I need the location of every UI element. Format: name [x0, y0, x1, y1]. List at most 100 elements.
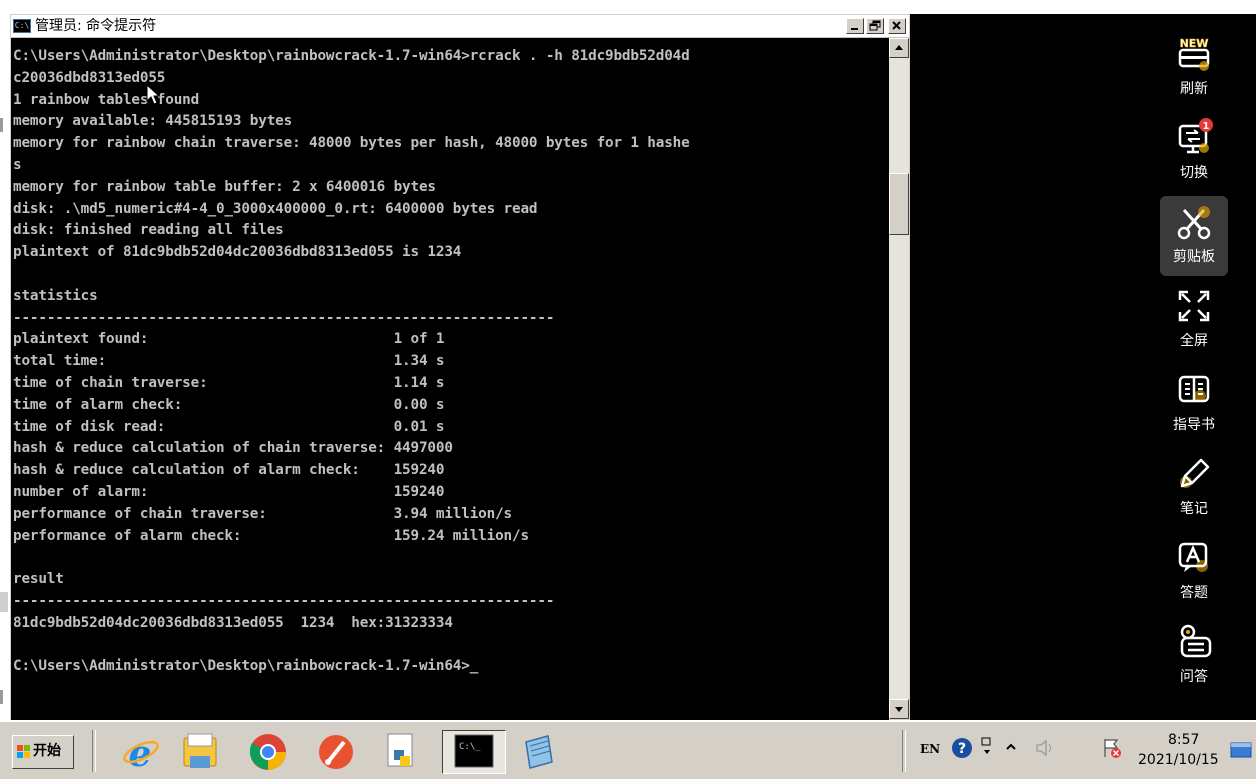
- restore-button[interactable]: [866, 18, 884, 34]
- right-toolbar: NEW 刷新 1 切换 剪贴板 全屏 指导书 笔记 答题 问答: [1152, 28, 1256, 708]
- console-line: 81dc9bdb52d04dc20036dbd8313ed055 1234 he…: [13, 614, 453, 631]
- console-line: s: [13, 156, 22, 173]
- vertical-scrollbar[interactable]: [889, 38, 909, 719]
- console-line: hash & reduce calculation of alarm check…: [13, 462, 445, 479]
- console-line: memory for rainbow table buffer: 2 x 640…: [13, 178, 436, 195]
- switch-count-badge: 1: [1203, 121, 1210, 132]
- scrollbar-thumb[interactable]: [889, 173, 909, 235]
- refresh-tool[interactable]: NEW 刷新: [1160, 28, 1228, 108]
- ie-browser-icon[interactable]: e: [120, 732, 160, 772]
- start-label: 开始: [33, 743, 61, 759]
- clipboard-label: 剪贴板: [1173, 249, 1215, 265]
- edge-mark: [0, 118, 3, 132]
- clock-time[interactable]: 8:57: [1168, 732, 1199, 748]
- guide-tool[interactable]: 指导书: [1160, 364, 1228, 444]
- console-line: number of alarm: 159240: [13, 483, 445, 500]
- help-icon[interactable]: ?: [950, 736, 974, 760]
- pencil-icon: [1180, 458, 1210, 488]
- file-explorer-icon[interactable]: [180, 732, 220, 772]
- console-line: result: [13, 571, 64, 588]
- language-indicator[interactable]: EN: [920, 742, 940, 756]
- scroll-up-button[interactable]: [889, 38, 909, 58]
- show-desktop-icon[interactable]: [1230, 742, 1252, 760]
- console-line: total time: 1.34 s: [13, 353, 445, 370]
- fullscreen-tool[interactable]: 全屏: [1160, 280, 1228, 360]
- console-line: time of disk read: 0.01 s: [13, 418, 445, 435]
- new-badge-text: NEW: [1180, 37, 1209, 50]
- chrome-icon[interactable]: [248, 732, 288, 772]
- arrow-up-icon: [895, 45, 903, 50]
- qa-icon: [1180, 624, 1212, 658]
- clipboard-tool[interactable]: 剪贴板: [1160, 196, 1228, 276]
- restore-icon: [869, 20, 881, 31]
- svg-text:e: e: [129, 733, 152, 772]
- guide-label: 指导书: [1173, 417, 1215, 433]
- answer-label: 答题: [1180, 585, 1208, 601]
- clock-date[interactable]: 2021/10/15: [1138, 752, 1219, 768]
- console-line: hash & reduce calculation of chain trave…: [13, 440, 453, 457]
- taskbar-separator: [92, 730, 96, 772]
- console-line: plaintext of 81dc9bdb52d04dc20036dbd8313…: [13, 244, 462, 261]
- edge-mark: [0, 690, 3, 704]
- minimize-button[interactable]: [846, 18, 864, 34]
- console-task-text: C:\_: [459, 742, 481, 752]
- speaker-icon[interactable]: [1034, 738, 1056, 758]
- console-text: C:\Users\Administrator\Desktop\rainbowcr…: [11, 38, 889, 678]
- qa-label: 问答: [1180, 669, 1208, 685]
- console-line: ----------------------------------------…: [13, 309, 555, 326]
- edge-mark: [0, 592, 8, 612]
- console-line: ----------------------------------------…: [13, 592, 555, 609]
- console-line: statistics: [13, 287, 98, 304]
- console-window[interactable]: C:\ 管理员: 命令提示符 C:\Users\Administrator\De…: [10, 14, 910, 721]
- console-line: memory for rainbow chain traverse: 48000…: [13, 135, 690, 152]
- switch-tool[interactable]: 1 切换: [1160, 112, 1228, 192]
- network-error-icon[interactable]: [1100, 736, 1124, 760]
- console-line: performance of chain traverse: 3.94 mill…: [13, 505, 512, 522]
- answer-icon: [1178, 542, 1208, 572]
- console-line: performance of alarm check: 159.24 milli…: [13, 527, 529, 544]
- notes-label: 笔记: [1180, 501, 1208, 517]
- console-line: c20036dbd8313ed055: [13, 69, 166, 86]
- arrow-down-icon: [895, 707, 903, 712]
- windows-flag-icon: [17, 745, 30, 758]
- left-edge-strip: [0, 0, 10, 779]
- console-line: C:\Users\Administrator\Desktop\rainbowcr…: [13, 48, 690, 64]
- scroll-down-button[interactable]: [889, 699, 909, 719]
- fullscreen-icon: [1178, 290, 1210, 322]
- console-line: memory available: 445815193 bytes: [13, 113, 293, 130]
- close-button[interactable]: [888, 18, 906, 34]
- console-line: disk: .\md5_numeric#4-4_0_3000x400000_0.…: [13, 200, 538, 217]
- start-button[interactable]: 开始: [12, 735, 74, 769]
- python-file-icon[interactable]: [382, 732, 422, 772]
- console-line: time of chain traverse: 1.14 s: [13, 374, 445, 391]
- mouse-pointer-icon: [146, 84, 161, 105]
- console-line: time of alarm check: 0.00 s: [13, 396, 445, 413]
- paint-brush-icon[interactable]: [316, 732, 356, 772]
- answer-tool[interactable]: 答题: [1160, 532, 1228, 612]
- system-tray: EN ? 8:57 2021/10/15: [910, 730, 1256, 774]
- top-band: [0, 0, 1256, 14]
- close-icon: [892, 21, 901, 30]
- title-bar[interactable]: C:\ 管理员: 命令提示符: [11, 15, 909, 38]
- guide-book-icon: [1178, 375, 1210, 403]
- taskbar-separator: [902, 730, 906, 772]
- window-title: 管理员: 命令提示符: [35, 18, 157, 34]
- switch-screen-icon: 1: [1178, 118, 1213, 154]
- console-output[interactable]: C:\Users\Administrator\Desktop\rainbowcr…: [11, 38, 889, 721]
- text-cursor: _: [469, 658, 479, 675]
- notepad-icon[interactable]: [518, 732, 558, 772]
- restore-down-icon[interactable]: [980, 734, 994, 762]
- refresh-label: 刷新: [1180, 81, 1208, 97]
- minimize-icon: [851, 28, 858, 30]
- chevron-up-icon[interactable]: [1004, 740, 1018, 754]
- console-task-icon: C:\_: [454, 734, 494, 768]
- svg-text:?: ?: [958, 741, 966, 757]
- console-line: C:\Users\Administrator\Desktop\rainbowcr…: [13, 658, 470, 675]
- console-icon: C:\: [13, 19, 31, 33]
- qa-tool[interactable]: 问答: [1160, 616, 1228, 696]
- notes-tool[interactable]: 笔记: [1160, 448, 1228, 528]
- taskbar-console-button[interactable]: C:\_: [442, 730, 506, 774]
- scissors-icon: [1177, 206, 1211, 240]
- console-line: disk: finished reading all files: [13, 222, 284, 239]
- console-line: plaintext found: 1 of 1: [13, 331, 445, 348]
